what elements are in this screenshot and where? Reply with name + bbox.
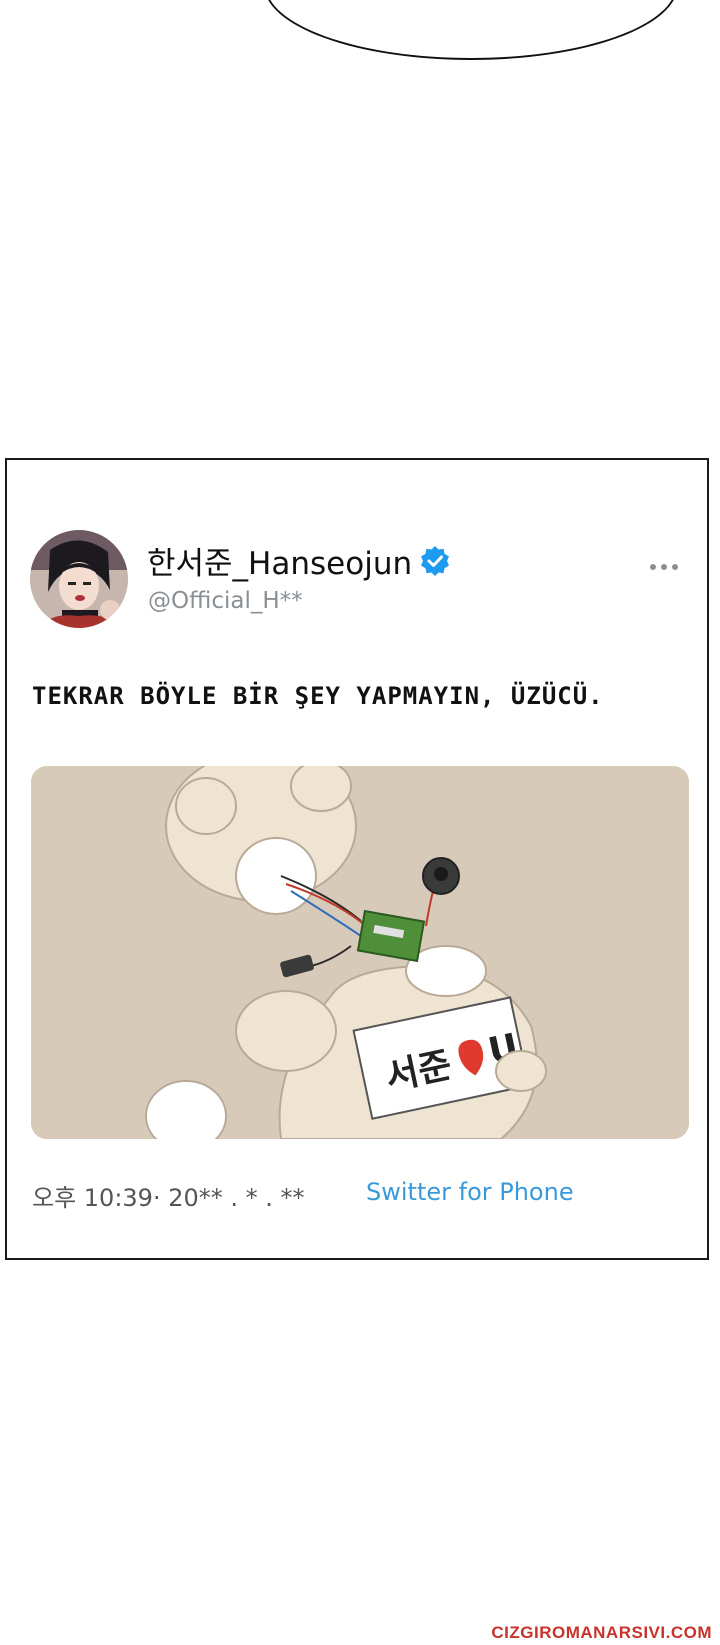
avatar[interactable] <box>30 530 128 628</box>
tweet-media-image[interactable]: 서준 U <box>31 766 689 1139</box>
tweet-text: TEKRAR BÖYLE BİR ŞEY YAPMAYIN, ÜZÜCÜ. <box>32 682 604 710</box>
tweet-timestamp: 오후 10:39· 20** . * . ** <box>32 1184 305 1212</box>
watermark: CIZGIROMANARSIVI.COM <box>491 1623 712 1642</box>
tweet-source-link[interactable]: Switter for Phone <box>366 1178 574 1206</box>
more-options-icon[interactable] <box>649 557 679 570</box>
display-name[interactable]: 한서준_Hanseojun <box>147 538 450 583</box>
speech-bubble <box>264 0 678 60</box>
verified-badge-icon <box>420 545 450 576</box>
handle[interactable]: @Official_H** <box>148 588 303 614</box>
display-name-text[interactable]: 한서준_Hanseojun <box>147 538 412 583</box>
tweet-card: 한서준_Hanseojun @Official_H** TEKRAR BÖYLE… <box>5 458 709 1260</box>
